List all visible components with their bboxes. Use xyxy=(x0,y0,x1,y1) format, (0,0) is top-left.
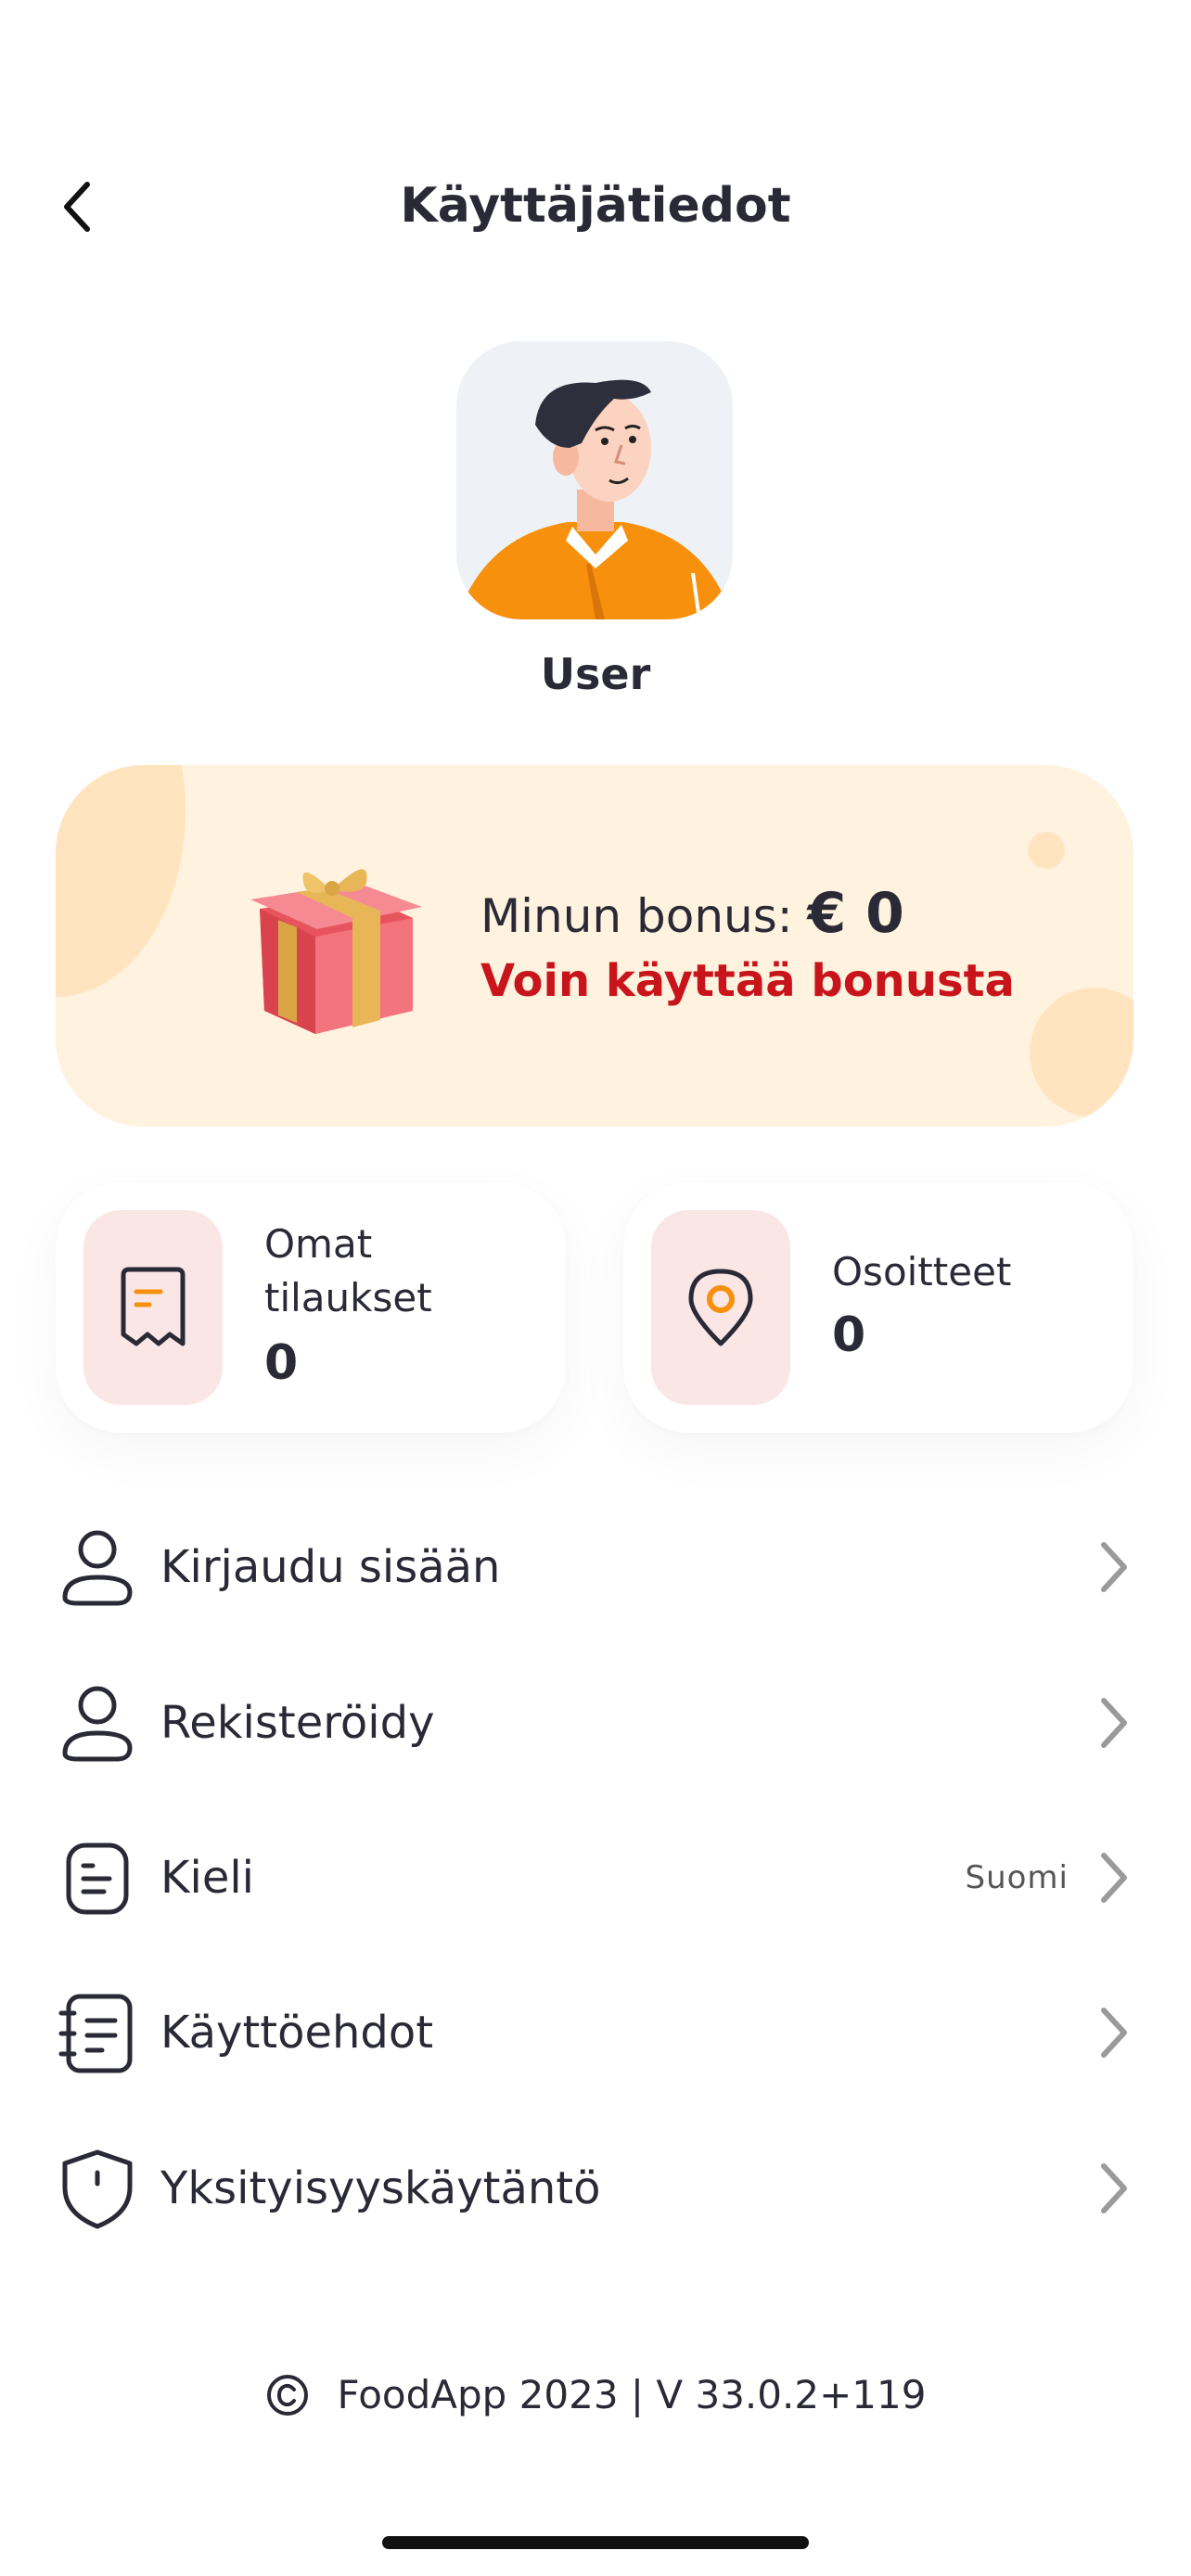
home-indicator[interactable] xyxy=(382,2536,809,2549)
avatar-illustration xyxy=(456,379,733,619)
chevron-right-icon xyxy=(1085,1850,1141,1906)
menu-item-login-icon xyxy=(51,1521,144,1613)
menu-item-language[interactable]: Kieli Suomi xyxy=(51,1813,1141,1943)
avatar[interactable] xyxy=(456,341,733,619)
decor-blob xyxy=(56,765,186,997)
shield-icon xyxy=(62,2149,133,2229)
orders-card[interactable]: Omat tilaukset 0 xyxy=(56,1182,566,1433)
bonus-amount: € 0 xyxy=(807,881,904,946)
user-icon xyxy=(62,1530,133,1606)
menu-item-terms-icon xyxy=(51,1986,144,2079)
menu-item-terms-label: Käyttöehdot xyxy=(160,2007,434,2059)
menu-item-register-label: Rekisteröidy xyxy=(160,1697,435,1749)
decor-blob xyxy=(1030,988,1133,1117)
decor-dot xyxy=(1028,832,1065,869)
chevron-right-icon xyxy=(1085,1695,1141,1751)
addresses-label: Osoitteet xyxy=(832,1249,1012,1294)
menu-item-login-label: Kirjaudu sisään xyxy=(160,1541,501,1593)
menu-item-register-icon xyxy=(51,1677,144,1769)
footer: FoodApp 2023 | V 33.0.2+119 xyxy=(0,2372,1191,2417)
receipt-icon xyxy=(121,1267,186,1346)
language-value: Suomi xyxy=(965,1859,1069,1896)
bonus-text: Minun bonus: € 0 Voin käyttää bonusta xyxy=(480,881,1015,1007)
addresses-count: 0 xyxy=(832,1307,866,1363)
document-icon xyxy=(66,1843,129,1915)
gift-icon xyxy=(250,869,422,1034)
addresses-card[interactable]: Osoitteet 0 xyxy=(623,1182,1133,1433)
copyright-icon xyxy=(266,2374,308,2416)
menu-item-terms[interactable]: Käyttöehdot xyxy=(51,1968,1141,2098)
chevron-right-icon xyxy=(1085,2161,1141,2216)
orders-icon-box xyxy=(83,1210,223,1405)
menu-item-privacy-icon xyxy=(51,2142,144,2235)
location-pin-icon xyxy=(688,1269,753,1346)
user-icon xyxy=(62,1686,133,1762)
bonus-cta[interactable]: Voin käyttää bonusta xyxy=(480,955,1015,1007)
chevron-right-icon xyxy=(1085,1539,1141,1595)
menu-item-login[interactable]: Kirjaudu sisään xyxy=(51,1502,1141,1632)
bonus-card[interactable]: Minun bonus: € 0 Voin käyttää bonusta xyxy=(56,765,1133,1127)
bonus-label: Minun bonus: xyxy=(480,889,793,943)
menu-item-language-label: Kieli xyxy=(160,1852,255,1904)
bonus-balance: Minun bonus: € 0 xyxy=(480,881,1015,946)
orders-label: Omat tilaukset xyxy=(264,1221,432,1320)
orders-count: 0 xyxy=(264,1335,299,1391)
page-title: Käyttäjätiedot xyxy=(400,178,791,234)
chevron-right-icon xyxy=(1085,2005,1141,2060)
version-text: FoodApp 2023 | V 33.0.2+119 xyxy=(337,2372,927,2417)
user-name: User xyxy=(540,649,651,699)
menu-item-register[interactable]: Rekisteröidy xyxy=(51,1658,1141,1788)
profile-screen: Käyttäjätiedot User Minun bonus: € 0 Voi… xyxy=(0,0,1191,2576)
menu-item-language-icon xyxy=(51,1831,144,1924)
menu-item-privacy-label: Yksityisyyskäytäntö xyxy=(160,2162,601,2214)
header: Käyttäjätiedot xyxy=(0,158,1191,260)
notebook-icon xyxy=(58,1994,133,2073)
menu-item-privacy[interactable]: Yksityisyyskäytäntö xyxy=(51,2123,1141,2253)
addresses-icon-box xyxy=(651,1210,790,1405)
